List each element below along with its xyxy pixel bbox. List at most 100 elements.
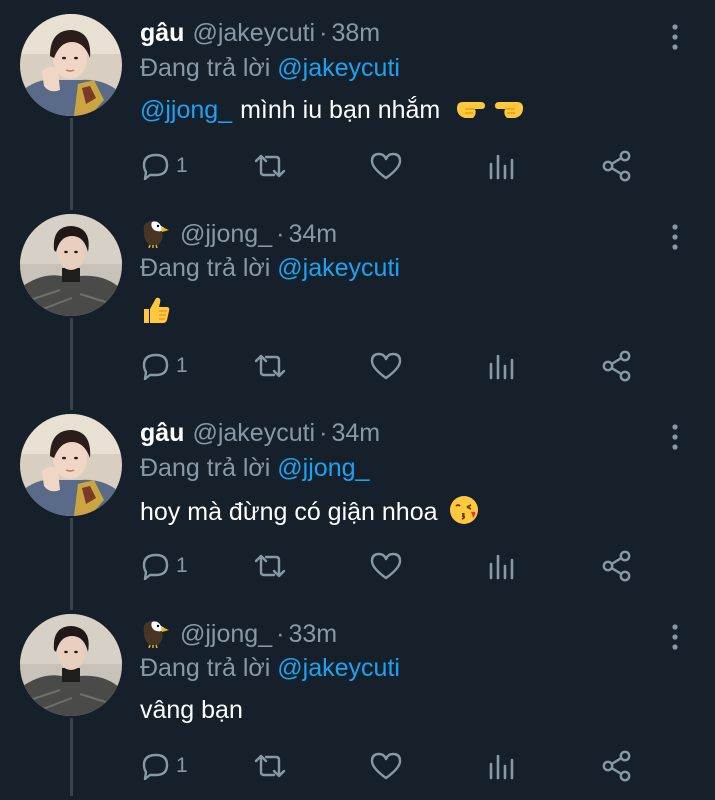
reply-count: 1 (176, 154, 188, 177)
retweet-button[interactable] (250, 746, 290, 786)
heart-icon (370, 552, 402, 580)
tweet-text-content: mình iu bạn nhắm (240, 96, 441, 124)
heart-icon (370, 352, 402, 380)
tweet-item[interactable]: gâu @jakeycuti · 38m Đang trả lời @jakeycut… (0, 0, 715, 200)
like-button[interactable] (369, 346, 403, 386)
display-name[interactable]: gâu (140, 19, 184, 47)
replying-to-label: Đang trả lời (140, 254, 271, 282)
retweet-icon (254, 354, 286, 378)
eagle-icon (140, 618, 172, 648)
like-button[interactable] (369, 546, 403, 586)
tweet-text: @jjong_ mình iu bạn nhắm (140, 94, 527, 126)
timestamp[interactable]: 38m (331, 19, 380, 47)
separator-dot: · (276, 620, 285, 648)
like-button[interactable] (369, 146, 403, 186)
replying-to-label: Đang trả lời (140, 54, 271, 82)
replying-to: Đang trả lời @jakeycuti (140, 653, 400, 683)
tweet-item[interactable]: gâu @jakeycuti · 34m Đang trả lời @jjong_ h… (0, 400, 715, 600)
analytics-button[interactable] (487, 746, 517, 786)
replying-to-mention[interactable]: @jjong_ (277, 454, 369, 482)
more-icon[interactable] (669, 422, 681, 452)
thumbs-up-icon (144, 297, 170, 323)
avatar[interactable] (20, 214, 122, 316)
share-icon (602, 150, 631, 182)
mention-link[interactable]: @jjong_ (140, 96, 232, 124)
share-button[interactable] (600, 546, 634, 586)
tweet-item[interactable]: @jjong_ · 33m Đang trả lời @jakeycuti vâng… (0, 600, 715, 800)
kissing-face-icon (450, 496, 479, 524)
reply-icon (142, 153, 169, 181)
retweet-icon (254, 554, 286, 578)
share-icon (602, 750, 631, 782)
reply-count: 1 (176, 554, 188, 577)
more-icon[interactable] (669, 622, 681, 652)
more-icon[interactable] (669, 22, 681, 52)
avatar[interactable] (20, 414, 122, 516)
retweet-icon (254, 754, 286, 778)
tweet-text-content: hoy mà đừng có giận nhoa (140, 498, 438, 526)
avatar[interactable] (20, 614, 122, 716)
display-name[interactable]: gâu (140, 419, 184, 447)
reply-button[interactable]: 1 (140, 146, 188, 186)
reply-button[interactable]: 1 (140, 546, 188, 586)
eagle-icon (140, 218, 172, 248)
handle[interactable]: @jjong_ (180, 620, 272, 648)
tweet-header: gâu @jakeycuti · 38m (140, 18, 380, 48)
separator-dot: · (276, 220, 285, 248)
separator-dot: · (319, 419, 328, 447)
handle[interactable]: @jakeycuti (192, 419, 315, 447)
tweet-header: gâu @jakeycuti · 34m (140, 418, 380, 448)
tweet-text: vâng bạn (140, 694, 243, 726)
reply-icon (142, 353, 169, 381)
tweet-header: @jjong_ · 34m (140, 218, 337, 249)
tweet-actions: 1 (0, 146, 715, 186)
timestamp[interactable]: 34m (331, 419, 380, 447)
analytics-icon (489, 754, 514, 780)
reply-icon (142, 753, 169, 781)
analytics-button[interactable] (487, 546, 517, 586)
analytics-icon (489, 154, 514, 180)
share-icon (602, 350, 631, 382)
replying-to-mention[interactable]: @jakeycuti (277, 54, 400, 82)
heart-icon (370, 152, 402, 180)
handle[interactable]: @jjong_ (180, 220, 272, 248)
replying-to: Đang trả lời @jakeycuti (140, 253, 400, 283)
share-icon (602, 550, 631, 582)
timestamp[interactable]: 33m (288, 620, 337, 648)
retweet-button[interactable] (250, 346, 290, 386)
tweet-header: @jjong_ · 33m (140, 618, 337, 649)
reply-button[interactable]: 1 (140, 746, 188, 786)
tweet-actions: 1 (0, 346, 715, 386)
replying-to-label: Đang trả lời (140, 454, 271, 482)
share-button[interactable] (600, 346, 634, 386)
analytics-icon (489, 354, 514, 380)
reply-button[interactable]: 1 (140, 346, 188, 386)
replying-to-label: Đang trả lời (140, 654, 271, 682)
analytics-button[interactable] (487, 146, 517, 186)
share-button[interactable] (600, 746, 634, 786)
retweet-button[interactable] (250, 146, 290, 186)
tweet-actions: 1 (0, 546, 715, 586)
reply-icon (142, 553, 169, 581)
tweet-item[interactable]: @jjong_ · 34m Đang trả lời @jakeycuti 1 (0, 200, 715, 400)
retweet-icon (254, 154, 286, 178)
replying-to-mention[interactable]: @jakeycuti (277, 654, 400, 682)
share-button[interactable] (600, 146, 634, 186)
analytics-icon (489, 554, 514, 580)
avatar[interactable] (20, 14, 122, 116)
tweet-text: hoy mà đừng có giận nhoa (140, 494, 480, 528)
analytics-button[interactable] (487, 346, 517, 386)
tweet-text (140, 294, 172, 328)
like-button[interactable] (369, 746, 403, 786)
more-icon[interactable] (669, 222, 681, 252)
retweet-button[interactable] (250, 546, 290, 586)
timestamp[interactable]: 34m (288, 220, 337, 248)
replying-to: Đang trả lời @jjong_ (140, 453, 369, 483)
heart-icon (370, 752, 402, 780)
tweet-actions: 1 (0, 746, 715, 786)
replying-to-mention[interactable]: @jakeycuti (277, 254, 400, 282)
replying-to: Đang trả lời @jakeycuti (140, 53, 400, 83)
handle[interactable]: @jakeycuti (192, 19, 315, 47)
reply-count: 1 (176, 754, 188, 777)
pointing-hands-icon (457, 102, 524, 118)
